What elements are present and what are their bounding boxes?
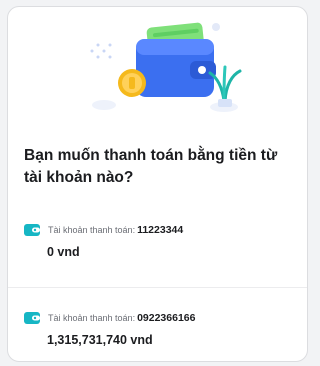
account-info-row: Tài khoản thanh toán: 0922366166 (24, 311, 195, 325)
account-picker-sheet: Bạn muốn thanh toán bằng tiền từ tài kho… (7, 6, 308, 362)
account-info-row: Tài khoản thanh toán: 11223344 (24, 223, 183, 237)
account-number: 11223344 (137, 224, 184, 236)
wallet-icon (24, 224, 40, 236)
payment-source-question: Bạn muốn thanh toán bằng tiền từ tài kho… (24, 147, 278, 186)
wallet-illustration (90, 22, 242, 112)
account-option-0922366166[interactable]: Tài khoản thanh toán: 0922366166 1,315,7… (8, 303, 307, 361)
account-balance: 1,315,731,740 vnd (47, 333, 153, 347)
divider (8, 287, 307, 288)
account-option-11223344[interactable]: Tài khoản thanh toán: 11223344 0 vnd (8, 215, 307, 279)
account-balance: 0 vnd (47, 245, 80, 259)
account-type-label: Tài khoản thanh toán: (48, 225, 136, 235)
account-number: 0922366166 (137, 312, 196, 324)
account-type-label: Tài khoản thanh toán: (48, 313, 136, 323)
wallet-icon (24, 312, 40, 324)
